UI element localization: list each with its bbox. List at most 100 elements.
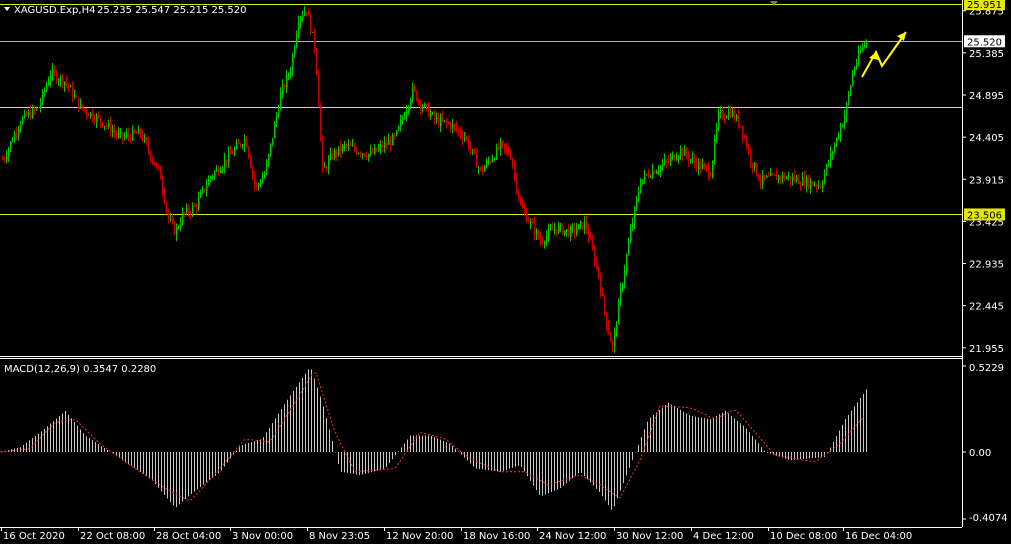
candle-body (796, 177, 798, 181)
candle-body (64, 81, 66, 86)
candle-body (262, 177, 264, 184)
candle-body (622, 284, 624, 289)
candle-body (210, 176, 212, 180)
candle-body (600, 276, 602, 293)
candle-body (540, 237, 542, 242)
candle-body (578, 223, 580, 230)
candle-body (296, 34, 298, 48)
candle-body (604, 295, 606, 313)
candle-body (648, 174, 650, 177)
candle-body (762, 175, 764, 183)
candle-body (404, 116, 406, 119)
candle-body (6, 156, 8, 160)
candle-body (726, 117, 728, 119)
candle-body (820, 185, 822, 188)
candle-body (122, 132, 124, 138)
candle-body (96, 115, 98, 122)
candle-body (682, 148, 684, 156)
candle-body (518, 190, 520, 199)
candle-body (306, 11, 308, 13)
macd-tick-label: 0.00 (969, 448, 991, 459)
candle-body (714, 139, 716, 161)
candle-body (784, 174, 786, 180)
candle-body (22, 117, 24, 124)
candle-body (396, 130, 398, 136)
candle-body (240, 143, 242, 146)
candle-body (802, 177, 804, 186)
candle-body (246, 138, 248, 147)
candle-body (152, 159, 154, 162)
time-tick-label: 3 Nov 00:00 (232, 531, 293, 542)
candle-body (776, 174, 778, 180)
candle-body (376, 147, 378, 151)
candle-body (486, 161, 488, 167)
candle-body (244, 138, 246, 146)
candle-body (330, 153, 332, 159)
candle-body (342, 145, 344, 152)
candle-body (432, 112, 434, 114)
candle-body (520, 198, 522, 205)
candle-body (598, 266, 600, 277)
candle-body (738, 115, 740, 126)
candle-body (126, 133, 128, 137)
candle-body (798, 177, 800, 185)
candle-body (818, 185, 820, 187)
candle-body (552, 229, 554, 231)
candle-body (562, 224, 564, 235)
candle-body (412, 86, 414, 100)
candle-body (102, 121, 104, 127)
candle-body (10, 141, 12, 149)
candle-body (654, 170, 656, 174)
candle-body (850, 85, 852, 95)
price-tick-label: 22.935 (969, 260, 1004, 271)
price-highlight-label: 25.520 (967, 37, 1002, 48)
candle-body (40, 102, 42, 109)
candle-body (576, 229, 578, 233)
candle-body (50, 75, 52, 82)
candle-body (370, 151, 372, 154)
candle-body (864, 44, 866, 47)
candle-body (748, 147, 750, 151)
candle-body (56, 72, 58, 82)
candle-body (110, 123, 112, 133)
candle-body (462, 135, 464, 140)
candle-body (176, 227, 178, 235)
candle-body (214, 171, 216, 177)
candle-body (782, 174, 784, 179)
candle-body (768, 176, 770, 178)
candle-body (840, 126, 842, 137)
candle-body (548, 229, 550, 236)
candle-body (196, 205, 198, 209)
candle-body (118, 132, 120, 136)
candle-body (464, 137, 466, 140)
trading-chart[interactable]: 25.87525.38524.89524.40523.91523.42522.9… (0, 0, 1011, 544)
candle-body (80, 104, 82, 109)
candle-body (146, 137, 148, 143)
ohlc-values: 25.235 25.547 25.215 25.520 (97, 5, 247, 16)
candle-body (638, 192, 640, 199)
candle-body (352, 145, 354, 147)
candle-body (316, 49, 318, 73)
candle-body (440, 117, 442, 126)
candle-body (124, 136, 126, 138)
candle-body (62, 76, 64, 86)
candle-body (742, 125, 744, 137)
candle-body (148, 142, 150, 152)
macd-tick-label: -0.4074 (969, 513, 1008, 524)
candle-body (438, 117, 440, 126)
candle-body (282, 84, 284, 93)
time-tick-label: 16 Oct 2020 (3, 531, 65, 542)
candle-body (220, 170, 222, 173)
candle-body (458, 129, 460, 131)
candle-body (832, 151, 834, 153)
candle-body (724, 117, 726, 119)
candle-body (478, 167, 480, 169)
candle-body (14, 133, 16, 142)
candle-body (866, 40, 868, 45)
candle-body (422, 106, 424, 109)
candle-body (280, 92, 282, 110)
candle-body (660, 166, 662, 171)
candle-body (194, 205, 196, 207)
candle-body (828, 162, 830, 165)
candle-body (666, 160, 668, 162)
